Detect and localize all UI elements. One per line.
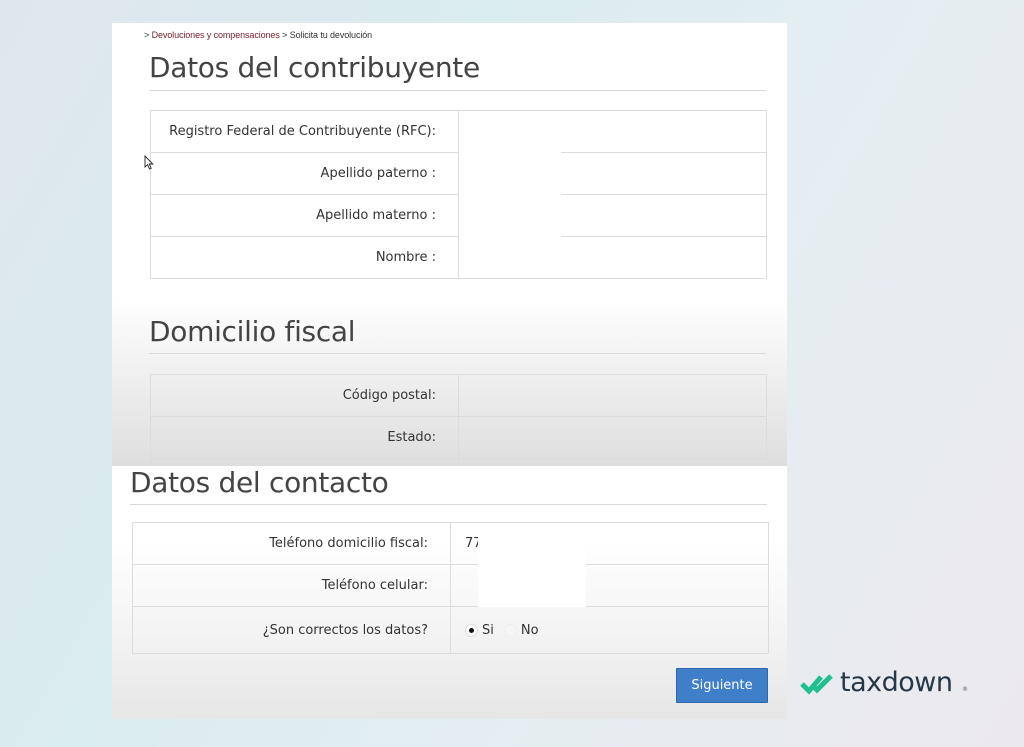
form-panel-bottom: Datos del contacto Teléfono domicilio fi… <box>112 466 787 719</box>
datos-correctos-options: Si No <box>450 606 769 654</box>
double-check-icon <box>800 674 833 695</box>
section-divider <box>149 90 766 91</box>
datos-correctos-label: ¿Son correctos los datos? <box>132 606 451 654</box>
breadcrumb-link-devoluciones[interactable]: Devoluciones y compensaciones <box>152 30 280 40</box>
section-title-contribuyente: Datos del contribuyente <box>149 51 480 84</box>
apellido-materno-label: Apellido materno : <box>150 194 459 237</box>
apellido-paterno-label: Apellido paterno : <box>150 152 459 195</box>
brand-name: taxdown <box>840 667 953 698</box>
registered-mark: ® <box>962 686 968 693</box>
radio-no-label[interactable]: No <box>521 623 539 638</box>
radio-si[interactable] <box>465 623 478 637</box>
redaction-mask <box>459 111 561 277</box>
radio-no[interactable] <box>503 623 517 637</box>
redaction-mask <box>478 523 586 607</box>
table-row: ¿Son correctos los datos? Si No <box>132 606 769 654</box>
telefono-fiscal-label: Teléfono domicilio fiscal: <box>132 522 451 565</box>
domicilio-table: Código postal: Estado: <box>150 374 767 467</box>
breadcrumb: > Devoluciones y compensaciones > Solici… <box>144 30 372 40</box>
form-panel-top: > Devoluciones y compensaciones > Solici… <box>112 23 787 467</box>
rfc-label: Registro Federal de Contribuyente (RFC): <box>150 110 459 153</box>
radio-si-label[interactable]: Si <box>482 623 494 638</box>
section-divider <box>149 353 766 354</box>
codigo-postal-label: Código postal: <box>150 374 459 417</box>
breadcrumb-separator: > <box>279 30 290 40</box>
breadcrumb-current: Solicita tu devolución <box>289 30 373 40</box>
nombre-label: Nombre : <box>150 236 459 279</box>
taxdown-logo: taxdown ® <box>800 667 980 703</box>
section-title-contacto: Datos del contacto <box>130 466 389 499</box>
estado-value <box>458 416 767 459</box>
table-row: Código postal: <box>150 374 767 417</box>
telefono-celular-label: Teléfono celular: <box>132 564 451 607</box>
estado-label: Estado: <box>150 416 459 459</box>
table-row: Teléfono celular: <box>132 564 769 607</box>
codigo-postal-value <box>458 374 767 417</box>
table-row: Teléfono domicilio fiscal: 77 <box>132 522 769 565</box>
table-row: Estado: <box>150 416 767 459</box>
section-title-domicilio: Domicilio fiscal <box>149 315 356 348</box>
contacto-table: Teléfono domicilio fiscal: 77 Teléfono c… <box>132 522 769 654</box>
section-divider <box>130 504 767 505</box>
mouse-pointer-icon <box>144 155 154 170</box>
breadcrumb-separator: > <box>144 30 152 40</box>
next-button[interactable]: Siguiente <box>676 668 768 703</box>
